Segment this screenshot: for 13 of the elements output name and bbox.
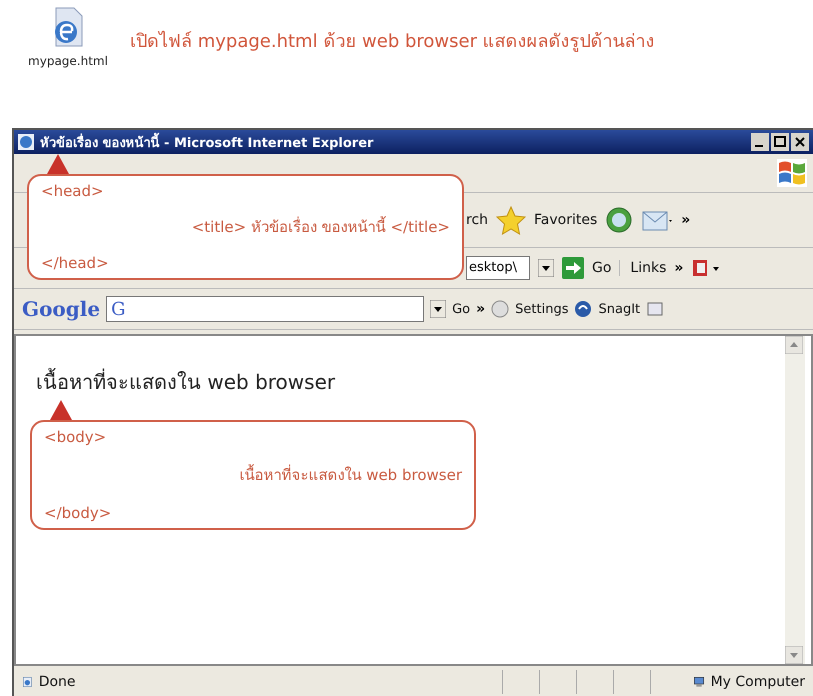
code-line: </body> bbox=[44, 504, 112, 522]
window-title: หัวข้อเรื่อง ของหน้านี้ - Microsoft Internet Explorer bbox=[40, 132, 374, 152]
code-line: เนื้อหาที่จะแสดงใน web browser bbox=[239, 463, 462, 486]
zone-text: My Computer bbox=[710, 674, 805, 690]
google-logo: Google bbox=[22, 297, 100, 321]
page-heading: เนื้อหาที่จะแสดงใน web browser bbox=[36, 370, 336, 394]
code-line: <head> bbox=[41, 182, 104, 200]
status-text: Done bbox=[38, 674, 76, 690]
code-line: </head> bbox=[41, 254, 109, 272]
code-line: <body> bbox=[44, 428, 106, 446]
file-name: mypage.html bbox=[28, 54, 108, 68]
code-line: <title> หัวข้อเรื่อง ของหน้านี้ </title> bbox=[192, 215, 450, 238]
instruction-text: เปิดไฟล์ mypage.html ด้วย web browser แสดงผลดังรูปด้านล่าง bbox=[130, 30, 655, 54]
